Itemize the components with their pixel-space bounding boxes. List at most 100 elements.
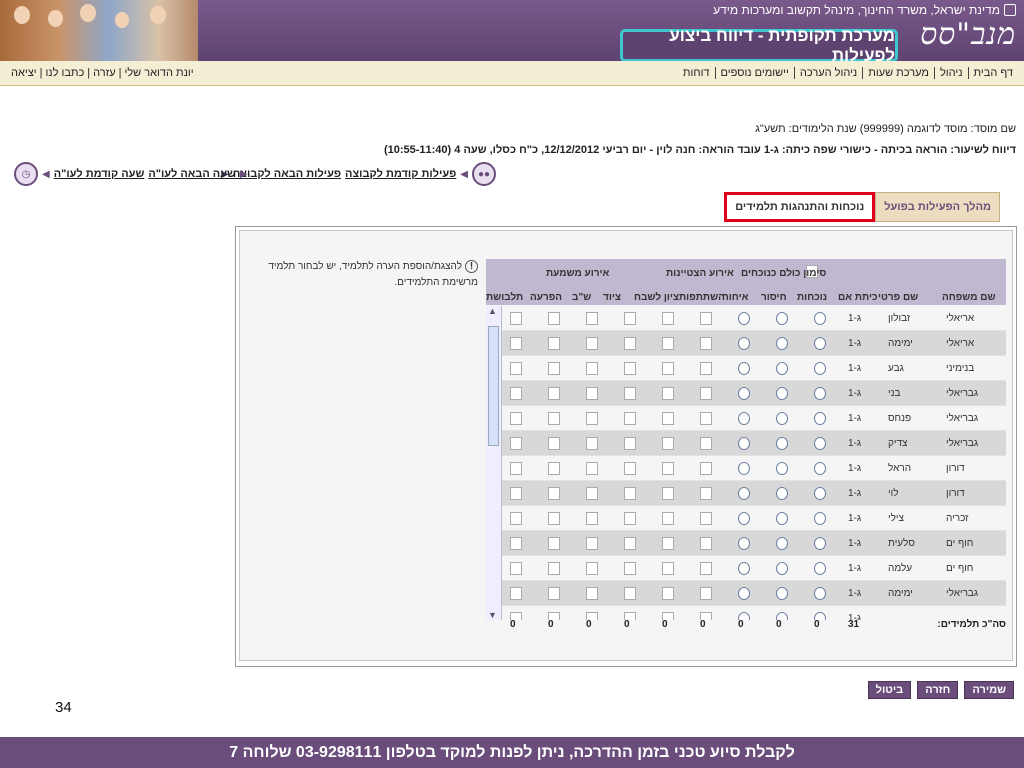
event-checkbox[interactable] [510, 562, 522, 575]
attendance-radio[interactable] [814, 587, 826, 600]
attendance-radio[interactable] [738, 512, 750, 525]
attendance-radio[interactable] [738, 562, 750, 575]
attendance-radio[interactable] [776, 387, 788, 400]
attendance-radio[interactable] [738, 462, 750, 475]
event-checkbox[interactable] [510, 412, 522, 425]
prev-arrow-icon[interactable]: ◀ [42, 169, 50, 180]
event-checkbox[interactable] [548, 337, 560, 350]
event-checkbox[interactable] [586, 412, 598, 425]
event-checkbox[interactable] [548, 387, 560, 400]
event-checkbox[interactable] [624, 512, 636, 525]
event-checkbox[interactable] [510, 462, 522, 475]
attendance-radio[interactable] [814, 387, 826, 400]
attendance-radio[interactable] [738, 412, 750, 425]
event-checkbox[interactable] [662, 537, 674, 550]
event-checkbox[interactable] [700, 487, 712, 500]
next-arrow-icon[interactable]: ▶ [240, 169, 248, 180]
attendance-radio[interactable] [738, 312, 750, 325]
event-checkbox[interactable] [700, 362, 712, 375]
event-checkbox[interactable] [700, 462, 712, 475]
event-checkbox[interactable] [586, 512, 598, 525]
event-checkbox[interactable] [510, 537, 522, 550]
attendance-radio[interactable] [738, 437, 750, 450]
event-checkbox[interactable] [548, 462, 560, 475]
event-checkbox[interactable] [548, 587, 560, 600]
attendance-radio[interactable] [814, 537, 826, 550]
event-checkbox[interactable] [548, 312, 560, 325]
event-checkbox[interactable] [700, 387, 712, 400]
event-checkbox[interactable] [700, 337, 712, 350]
event-checkbox[interactable] [700, 562, 712, 575]
event-checkbox[interactable] [586, 487, 598, 500]
event-checkbox[interactable] [624, 337, 636, 350]
tab-attendance[interactable]: נוכחות והתנהגות תלמידים [724, 192, 876, 222]
event-checkbox[interactable] [510, 512, 522, 525]
next-group-link[interactable]: פעילות הבאה לקבוצה [233, 168, 341, 180]
event-checkbox[interactable] [548, 362, 560, 375]
event-checkbox[interactable] [700, 512, 712, 525]
nav-item-schedule[interactable]: מערכת שעות [862, 67, 934, 79]
event-checkbox[interactable] [624, 412, 636, 425]
attendance-radio[interactable] [738, 362, 750, 375]
attendance-radio[interactable] [776, 362, 788, 375]
attendance-radio[interactable] [776, 462, 788, 475]
event-checkbox[interactable] [586, 337, 598, 350]
attendance-radio[interactable] [738, 337, 750, 350]
event-checkbox[interactable] [548, 512, 560, 525]
event-checkbox[interactable] [510, 337, 522, 350]
event-checkbox[interactable] [586, 537, 598, 550]
event-checkbox[interactable] [624, 387, 636, 400]
event-checkbox[interactable] [662, 312, 674, 325]
event-checkbox[interactable] [586, 362, 598, 375]
attendance-radio[interactable] [776, 312, 788, 325]
attendance-radio[interactable] [776, 437, 788, 450]
nav-item-apps[interactable]: יישומים נוספים [714, 67, 794, 79]
attendance-radio[interactable] [814, 437, 826, 450]
event-checkbox[interactable] [662, 587, 674, 600]
event-checkbox[interactable] [700, 537, 712, 550]
event-checkbox[interactable] [548, 487, 560, 500]
next-hour-link[interactable]: שעה הבאה לעו"ה [148, 168, 236, 180]
event-checkbox[interactable] [548, 562, 560, 575]
link-mailbox[interactable]: יונת הדואר שלי [122, 67, 197, 79]
attendance-radio[interactable] [814, 562, 826, 575]
event-checkbox[interactable] [548, 537, 560, 550]
save-button[interactable]: שמירה [964, 681, 1014, 699]
event-checkbox[interactable] [662, 562, 674, 575]
attendance-radio[interactable] [814, 337, 826, 350]
attendance-radio[interactable] [814, 412, 826, 425]
event-checkbox[interactable] [700, 312, 712, 325]
event-checkbox[interactable] [586, 312, 598, 325]
event-checkbox[interactable] [586, 587, 598, 600]
event-checkbox[interactable] [624, 587, 636, 600]
event-checkbox[interactable] [662, 362, 674, 375]
event-checkbox[interactable] [700, 437, 712, 450]
back-button[interactable]: חזרה [917, 681, 959, 699]
event-checkbox[interactable] [662, 437, 674, 450]
event-checkbox[interactable] [662, 337, 674, 350]
event-checkbox[interactable] [662, 412, 674, 425]
event-checkbox[interactable] [624, 462, 636, 475]
attendance-radio[interactable] [776, 487, 788, 500]
attendance-radio[interactable] [776, 412, 788, 425]
attendance-radio[interactable] [814, 362, 826, 375]
event-checkbox[interactable] [662, 487, 674, 500]
nav-item-home[interactable]: דף הבית [967, 67, 1018, 79]
nav-item-manage[interactable]: ניהול [933, 67, 968, 79]
nav-item-assessment[interactable]: ניהול הערכה [793, 67, 862, 79]
attendance-radio[interactable] [776, 587, 788, 600]
event-checkbox[interactable] [510, 312, 522, 325]
event-checkbox[interactable] [624, 537, 636, 550]
link-contact[interactable]: כתבו לנו [42, 67, 87, 79]
attendance-radio[interactable] [814, 487, 826, 500]
prev-arrow-icon[interactable]: ◀ [460, 169, 468, 180]
event-checkbox[interactable] [586, 462, 598, 475]
cancel-button[interactable]: ביטול [867, 681, 912, 699]
attendance-radio[interactable] [738, 587, 750, 600]
event-checkbox[interactable] [624, 487, 636, 500]
attendance-radio[interactable] [776, 562, 788, 575]
event-checkbox[interactable] [624, 362, 636, 375]
tab-activity[interactable]: מהלך הפעילות בפועל [875, 192, 1000, 222]
event-checkbox[interactable] [510, 487, 522, 500]
attendance-radio[interactable] [738, 387, 750, 400]
